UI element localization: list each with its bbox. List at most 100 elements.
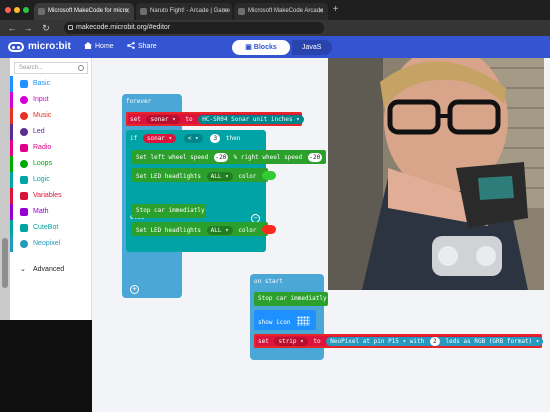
if-keyword: if (130, 135, 138, 142)
category-color-bar (10, 92, 13, 108)
lock-icon (68, 25, 73, 30)
toolbox-category-input[interactable]: Input (10, 92, 92, 108)
sonar-reading-block[interactable]: HC-SR04 Sonar unit inches ▾ (198, 115, 304, 124)
microbit-logo-icon[interactable] (8, 42, 24, 52)
back-arrow-icon[interactable]: ← (6, 22, 18, 34)
toolbox-category-loops[interactable]: Loops (10, 156, 92, 172)
sonar-block-label: HC-SR04 Sonar unit inches (202, 116, 293, 123)
category-label: Music (33, 112, 52, 119)
toolbox-category-led[interactable]: Led (10, 124, 92, 140)
stop-car-block[interactable]: Stop car immediatly (254, 292, 328, 306)
shuffle-icon (20, 176, 28, 184)
category-label: Loops (33, 160, 53, 167)
show-icon-label: show icon (258, 319, 291, 326)
toolbox-category-radio[interactable]: Radio (10, 140, 92, 156)
advanced-label: Advanced (33, 266, 65, 273)
category-label: Variables (33, 192, 62, 199)
category-color-bar (10, 76, 13, 92)
add-circle-icon[interactable]: + (130, 285, 139, 294)
toolbox-category-music[interactable]: Music (10, 108, 92, 124)
close-window-icon[interactable] (5, 7, 11, 13)
set-headlights-block[interactable]: Set LED headlights ALL ▾ color (132, 222, 277, 236)
show-icon-block[interactable]: show icon (254, 310, 316, 330)
to-keyword: to (313, 338, 321, 345)
set-strip-block[interactable]: set strip ▾ to NeoPixel at pin P15 ▾ wit… (254, 334, 544, 348)
color-swatch-red[interactable] (262, 225, 277, 234)
url-field[interactable]: makecode.microbit.org/#editor (64, 22, 324, 34)
car-icon (20, 224, 28, 232)
headlights-dropdown[interactable]: ALL ▾ (206, 172, 233, 181)
browser-tab-naruto[interactable]: Naruto Fight! - Arcade | Game ✕ (136, 3, 232, 20)
set-sonar-block[interactable]: set sonar ▾ to HC-SR04 Sonar unit inches… (126, 112, 304, 126)
blocks-toggle[interactable]: ▣ Blocks (232, 40, 290, 55)
browser-tab-bar: Microsoft MakeCode for micro: ✕ Naruto F… (0, 0, 550, 20)
scrollbar-thumb[interactable] (2, 238, 8, 288)
browser-address-bar: ← → ↻ makecode.microbit.org/#editor (0, 20, 550, 36)
neopixel-icon (20, 240, 28, 248)
toggle-icon (20, 128, 28, 136)
sonar-variable-pill[interactable]: sonar ▾ (142, 134, 177, 143)
toolbox-category-math[interactable]: Math (10, 204, 92, 220)
forward-arrow-icon[interactable]: → (22, 22, 34, 34)
variable-name: sonar (146, 135, 165, 142)
tab-close-icon[interactable]: ✕ (318, 3, 324, 20)
color-keyword: color (238, 227, 257, 234)
color-swatch-green[interactable] (262, 171, 277, 180)
toolbox-category-logic[interactable]: Logic (10, 172, 92, 188)
tab-title: Naruto Fight! - Arcade | Game (150, 8, 230, 14)
set-wheel-speed-block[interactable]: Set left wheel speed -20 % right wheel s… (132, 150, 326, 164)
neopixel-create-block[interactable]: NeoPixel at pin P15 ▾ with 2 leds as RGB… (326, 337, 544, 346)
toolbox-search-input[interactable]: Search... (14, 62, 88, 74)
right-wheel-speed-value[interactable]: -20 (307, 153, 322, 162)
icon-picker-grid-icon[interactable] (297, 316, 311, 326)
javascript-label: JavaS (302, 44, 322, 51)
minimize-window-icon[interactable] (14, 7, 20, 13)
variable-name: strip (278, 338, 297, 345)
maximize-window-icon[interactable] (23, 7, 29, 13)
leds-count-value: 2 (429, 337, 440, 346)
comparison-operator[interactable]: < ▾ (183, 134, 203, 143)
reload-icon[interactable]: ↻ (40, 22, 52, 34)
puzzle-icon: ▣ (245, 44, 254, 51)
browser-tab-arcade[interactable]: Microsoft MakeCode Arcade ✕ (234, 3, 328, 20)
refresh-icon (20, 160, 28, 168)
toolbox-category-cutebot[interactable]: CuteBot (10, 220, 92, 236)
variable-dropdown[interactable]: sonar ▾ (146, 115, 180, 124)
webcam-overlay (328, 58, 544, 290)
variable-name: sonar (150, 116, 169, 123)
variable-dropdown[interactable]: strip ▾ (274, 337, 308, 346)
browser-tab-makecode[interactable]: Microsoft MakeCode for micro: ✕ (34, 3, 134, 20)
headlights-option: ALL (210, 173, 222, 180)
stop-car-label: Stop car immediatly (136, 207, 205, 214)
category-color-bar (10, 108, 13, 124)
with-keyword: with (409, 338, 425, 345)
new-tab-icon[interactable]: + (330, 5, 341, 16)
stop-car-block[interactable]: Stop car immediatly (132, 204, 206, 218)
headlights-label: Set LED headlights (136, 173, 202, 180)
tab-close-icon[interactable]: ✕ (222, 3, 228, 20)
share-button[interactable]: Share (127, 42, 157, 50)
category-label: Math (33, 208, 49, 215)
toolbox-category-variables[interactable]: Variables (10, 188, 92, 204)
toolbox-category-neopixel[interactable]: Neopixel (10, 236, 92, 252)
javascript-toggle[interactable]: JavaS (292, 40, 332, 55)
brand-name[interactable]: micro:bit (28, 41, 71, 52)
headphones-icon (20, 112, 28, 120)
tab-title: Microsoft MakeCode Arcade (248, 8, 324, 14)
toolbox-advanced[interactable]: ⌄ Advanced (10, 262, 92, 278)
wheel-label-pre: Set left wheel speed (136, 154, 209, 161)
left-wheel-speed-value[interactable]: -20 (213, 153, 228, 162)
threshold-value[interactable]: 3 (210, 134, 221, 143)
set-headlights-block[interactable]: Set LED headlights ALL ▾ color (132, 168, 277, 182)
home-label: Home (95, 43, 114, 50)
tab-close-icon[interactable]: ✕ (124, 3, 130, 20)
signal-icon (20, 144, 28, 152)
calculator-icon (20, 208, 28, 216)
operator-symbol: < (187, 135, 192, 142)
home-button[interactable]: Home (84, 42, 114, 50)
list-icon (20, 192, 28, 200)
headlights-dropdown[interactable]: ALL ▾ (206, 226, 233, 235)
toolbox-category-basic[interactable]: Basic (10, 76, 92, 92)
if-header: if sonar ▾ < ▾ 3 then (130, 134, 240, 143)
on-start-label: on start (254, 278, 283, 285)
